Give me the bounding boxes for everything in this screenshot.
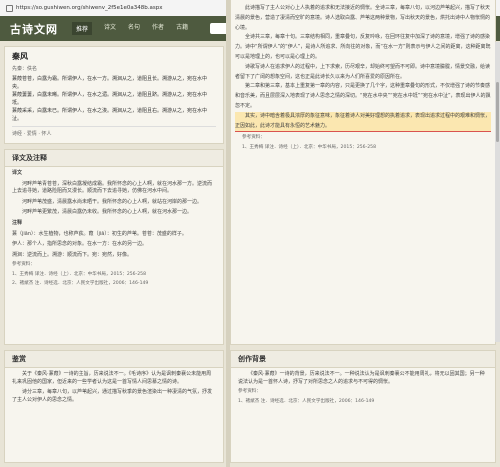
translation-label: 译文 (12, 170, 23, 176)
nav-recommend[interactable]: 推荐 (72, 22, 93, 35)
analysis-paragraph: 此诗描写了主人公对心上人执着的追求和无法接近的惆怅。全诗三章，每章八句，以河边芦… (235, 5, 491, 31)
nav-quotes[interactable]: 名句 (128, 22, 140, 35)
poem-line: 蒹葭萋萋，白露未晞。所谓伊人，在水之湄。溯洄从之，道阻且跻。溯游从之，宛在水中坻… (12, 92, 208, 106)
poem-tags[interactable]: 诗经 · 爱情 · 怀人 (12, 130, 216, 137)
annotation-item: 蒹（jiān）：水生植物，也称芦荻。葭（jiā）：初生的芦苇。苍苍：茂盛的样子。 (12, 230, 187, 237)
poem-line: 蒹葭采采，白露未已。所谓伊人，在水之涘。溯洄从之，道阻且右。溯游从之，宛在水中沚… (12, 108, 208, 122)
reference-label: 参考资料： (238, 389, 261, 395)
site-logo[interactable]: 古诗文网 (10, 21, 58, 37)
lock-icon (6, 4, 13, 12)
reference-item: 1、王秀梅 译注．诗经（上）．北京：中华书局，2015：256-258 (12, 271, 147, 277)
reference-item: 2、褚斌杰 注．诗经选．北京：人民文学出版社，2006：146-149 (12, 281, 149, 287)
translation-text: 河畔芦苇青苍苍，深秋白露凝结成霜。我所怀念的心上人啊，就在河水那一方。逆流而上去… (12, 180, 213, 195)
analysis-paragraph: 诗歌写诗人在追求伊人的过程中，上下求索，历尽艰辛，却始终可望而不可即。诗中意境朦… (235, 63, 491, 80)
analysis-panel: 此诗描写了主人公对心上人执着的追求和无法接近的惆怅。全诗三章，每章八句，以河边芦… (230, 0, 496, 345)
creation-panel: 创作背景 《秦风·蒹葭》一诗的背景，历来说法不一。一种说法认为是讽刺秦襄公不能用… (230, 350, 496, 463)
nav-poems[interactable]: 诗文 (104, 22, 116, 35)
reference-item: 1、王秀梅 译注．诗经（上）．北京：中华书局，2015：256-258 (242, 144, 377, 150)
reference-item: 1、褚斌杰 注．诗经选．北京：人民文学出版社，2006：146-149 (238, 398, 375, 404)
annotation-item: 伊人：那个人，指所思念的对象。在水一方：在水的另一边。 (12, 241, 148, 248)
url-text[interactable]: https://so.gushiwen.org/shiwenv_2f5e1e0a… (16, 5, 163, 11)
creation-header: 创作背景 (231, 351, 495, 368)
poem-title: 秦风 (12, 52, 28, 61)
annotation-label: 注释 (12, 219, 23, 226)
appreciation-panel: 鉴赏 关于《秦风·蒹葭》一诗的主旨，历来说法不一。《毛诗序》认为是讽刺秦襄公未能… (4, 350, 224, 463)
translation-text: 河畔芦苇更繁茂，清晨白露仍未收。我所怀念的心上人啊，就在河水那一边。 (22, 209, 193, 216)
reference-label: 参考资料： (242, 135, 265, 141)
analysis-paragraph: 全诗共三章，每章十句。三章结构相同，重章叠句，反复吟咏，在回环往复中加深了诗的意… (235, 34, 491, 60)
analysis-paragraph: 第二章和第三章，基本上重复第一章的内容，只是更换了几个字，这种重章叠句的形式，不… (235, 83, 491, 109)
appreciation-text: 诗分三章，每章八句，以芦苇起兴，通过描写秋季的景色渲染出一种凄清的气氛，抒发了主… (12, 389, 213, 403)
reference-label: 参考资料： (12, 262, 35, 268)
poem-line: 蒹葭苍苍，白露为霜。所谓伊人，在水一方。溯洄从之，道阻且长。溯游从之，宛在水中央… (12, 76, 208, 90)
nav-classics[interactable]: 古籍 (176, 22, 188, 35)
notes-header: 译文及注释 (5, 150, 223, 167)
nav-authors[interactable]: 作者 (152, 22, 164, 35)
scrollbar-thumb[interactable] (496, 82, 499, 142)
poem-panel: 秦风 先秦：佚名 蒹葭苍苍，白露为霜。所谓伊人，在水一方。溯洄从之，道阻且长。溯… (4, 46, 224, 144)
translation-text: 河畔芦苇茂盛，清晨露水尚未晒干。我所怀念的心上人啊，就站在河岸的那一边。 (22, 198, 203, 205)
divider (12, 126, 216, 127)
creation-text: 《秦风·蒹葭》一诗的背景，历来说法不一。一种说法认为是讽刺秦襄公不能用周礼，将无… (238, 371, 485, 385)
scrollbar[interactable] (495, 42, 500, 342)
highlighted-paragraph: 其实，诗中暗含着极具浓厚的象征意味，象征着诗人对美好理想的执着追求，表现出追求过… (235, 111, 491, 133)
notes-panel: 译文及注释 译文 河畔芦苇青苍苍，深秋白露凝结成霜。我所怀念的心上人啊，就在河水… (4, 149, 224, 345)
appreciation-text: 关于《秦风·蒹葭》一诗的主旨，历来说法不一。《毛诗序》认为是讽刺秦襄公未能用周礼… (12, 371, 212, 385)
appreciation-header: 鉴赏 (5, 351, 223, 368)
annotation-item: 溯洄：逆流而上。溯游：顺流而下。宛：宛然，好像。 (12, 251, 133, 258)
poem-meta[interactable]: 先秦：佚名 (12, 65, 216, 72)
main-nav: 推荐 诗文 名句 作者 古籍 (72, 22, 200, 35)
